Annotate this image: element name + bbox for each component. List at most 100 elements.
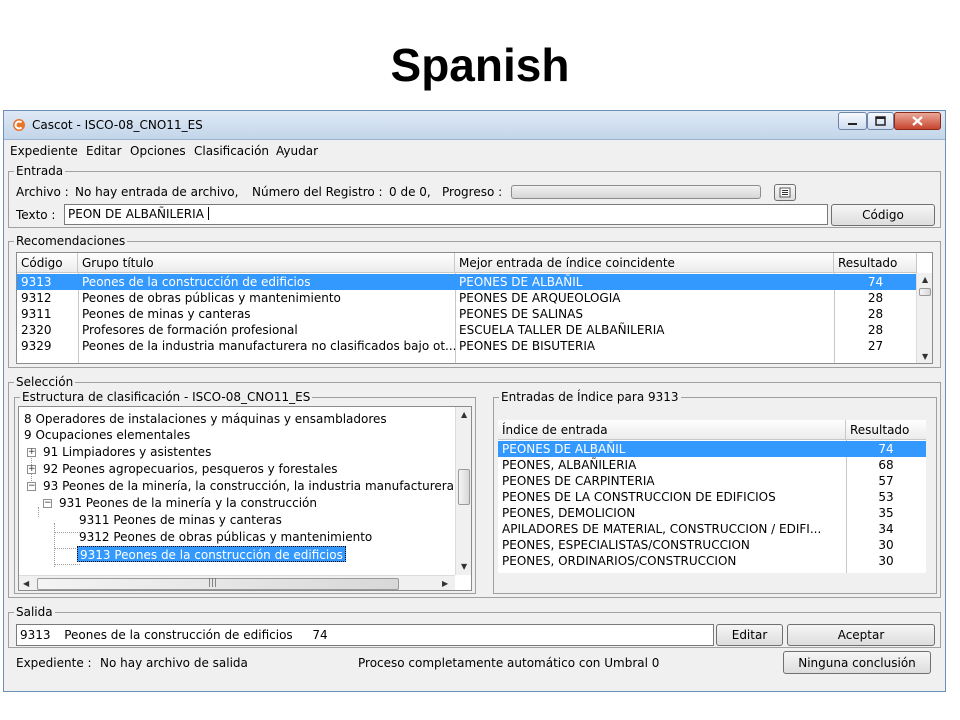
tree-hscrollbar[interactable]: ◀ ||| ▶ bbox=[19, 575, 455, 590]
row-grupo-titulo: Peones de obras públicas y mantenimiento bbox=[82, 291, 341, 305]
indice-row[interactable]: PEONES, ORDINARIOS/CONSTRUCCION 30 bbox=[498, 553, 926, 569]
tree-node-9[interactable]: 9 Ocupaciones elementales bbox=[24, 427, 190, 443]
indice-group: Entradas de Índice para 9313 Índice de e… bbox=[493, 390, 937, 594]
scroll-thumb[interactable] bbox=[919, 288, 931, 296]
expand-92-icon[interactable]: + bbox=[27, 465, 36, 474]
estructura-legend: Estructura de clasificación - ISCO-08_CN… bbox=[20, 390, 313, 404]
indice-row[interactable]: APILADORES DE MATERIAL, CONSTRUCCION / E… bbox=[498, 521, 926, 537]
scroll-down-icon[interactable]: ▼ bbox=[922, 353, 928, 361]
tree-node-93[interactable]: 93 Peones de la minería, la construcción… bbox=[43, 478, 465, 494]
indice-row[interactable]: PEONES DE CARPINTERIA 57 bbox=[498, 473, 926, 489]
seleccion-legend: Selección bbox=[14, 375, 76, 389]
expand-91-icon[interactable]: + bbox=[27, 448, 36, 457]
scroll-thumb[interactable] bbox=[458, 469, 470, 505]
minimize-icon bbox=[848, 123, 857, 125]
entrada-legend: Entrada bbox=[14, 164, 66, 178]
close-button[interactable] bbox=[894, 112, 941, 130]
col-resultado[interactable]: Resultado bbox=[834, 253, 917, 273]
scroll-down-icon[interactable]: ▼ bbox=[461, 563, 467, 571]
salida-title: Peones de la construcción de edificios bbox=[64, 628, 293, 642]
progreso-label: Progreso : bbox=[442, 185, 503, 199]
minimize-button[interactable] bbox=[838, 112, 867, 130]
salida-score: 74 bbox=[312, 628, 328, 642]
menu-bar: Expediente Editar Opciones Clasificación… bbox=[8, 142, 941, 160]
indice-row[interactable]: PEONES DE ALBAÑIL 74 bbox=[498, 441, 926, 457]
tree-node-8[interactable]: 8 Operadores de instalaciones y máquinas… bbox=[24, 411, 387, 427]
salida-code: 9313 bbox=[20, 628, 51, 642]
menu-editar[interactable]: Editar bbox=[86, 144, 122, 158]
menu-opciones[interactable]: Opciones bbox=[130, 144, 186, 158]
tree-node-9311[interactable]: 9311 Peones de minas y canteras bbox=[79, 512, 282, 528]
scroll-up-icon[interactable]: ▲ bbox=[461, 411, 467, 419]
row-resultado: 28 bbox=[867, 323, 884, 337]
salida-group: Salida 9313 Peones de la construcción de… bbox=[8, 605, 941, 648]
tree-node-91[interactable]: 91 Limpiadores y asistentes bbox=[43, 444, 211, 460]
archivo-value: No hay entrada de archivo, bbox=[75, 185, 239, 199]
row-codigo: 9329 bbox=[21, 339, 52, 353]
ninguna-conclusion-button[interactable]: Ninguna conclusión bbox=[783, 651, 931, 674]
row-resultado: 27 bbox=[867, 339, 884, 353]
recomendacion-row[interactable]: 9312 Peones de obras públicas y mantenimi… bbox=[17, 290, 916, 306]
scroll-thumb[interactable]: ||| bbox=[37, 578, 399, 590]
seleccion-group: Selección Estructura de clasificación - … bbox=[8, 375, 941, 598]
codigo-button[interactable]: Código bbox=[831, 204, 935, 226]
col-indice-entrada[interactable]: Índice de entrada bbox=[498, 420, 846, 440]
row-indice-resultado: 34 bbox=[878, 522, 894, 536]
texto-input[interactable]: PEON DE ALBAÑILERIA bbox=[64, 204, 828, 225]
col-mejor-entrada[interactable]: Mejor entrada de índice coincidente bbox=[455, 253, 834, 273]
indice-table: Índice de entrada Resultado PEONES DE AL… bbox=[498, 420, 926, 573]
row-indice-resultado: 30 bbox=[878, 538, 894, 552]
scroll-up-icon[interactable]: ▲ bbox=[922, 276, 928, 284]
recomendacion-row[interactable]: 2320 Profesores de formación profesional E… bbox=[17, 322, 916, 338]
row-codigo: 9312 bbox=[21, 291, 52, 305]
scroll-left-icon[interactable]: ◀ bbox=[23, 580, 29, 588]
entrada-group: Entrada Archivo : No hay entrada de arch… bbox=[8, 164, 941, 228]
texto-label: Texto : bbox=[16, 208, 56, 222]
menu-ayudar[interactable]: Ayudar bbox=[276, 144, 318, 158]
menu-clasificacion[interactable]: Clasificación bbox=[194, 144, 269, 158]
indice-row[interactable]: PEONES DE LA CONSTRUCCION DE EDIFICIOS 53 bbox=[498, 489, 926, 505]
archivo-label: Archivo : bbox=[16, 185, 69, 199]
tree-node-9313[interactable]: 9313 Peones de la construcción de edific… bbox=[77, 546, 346, 562]
col-codigo[interactable]: Código bbox=[17, 253, 78, 273]
maximize-button[interactable] bbox=[867, 112, 894, 130]
row-codigo: 2320 bbox=[21, 323, 52, 337]
row-resultado: 28 bbox=[867, 307, 884, 321]
indice-row[interactable]: PEONES, DEMOLICION 35 bbox=[498, 505, 926, 521]
registro-value: 0 de 0, bbox=[389, 185, 431, 199]
tree-node-931[interactable]: 931 Peones de la minería y la construcci… bbox=[59, 495, 317, 511]
maximize-icon bbox=[875, 116, 886, 126]
indice-row[interactable]: PEONES, ALBAÑILERIA 68 bbox=[498, 457, 926, 473]
row-indice-entrada: PEONES, ORDINARIOS/CONSTRUCCION bbox=[502, 554, 737, 568]
col-grupo-titulo[interactable]: Grupo título bbox=[78, 253, 455, 273]
tree-guide bbox=[55, 532, 80, 533]
row-resultado: 28 bbox=[867, 291, 884, 305]
scroll-right-icon[interactable]: ▶ bbox=[442, 580, 448, 588]
tree-vscrollbar[interactable]: ▲ ▼ bbox=[455, 407, 471, 575]
details-button[interactable] bbox=[774, 184, 796, 201]
tree-node-9312[interactable]: 9312 Peones de obras públicas y mantenim… bbox=[79, 529, 372, 545]
title-bar[interactable]: Cascot - ISCO-08_CNO11_ES bbox=[4, 111, 945, 140]
tree-node-92[interactable]: 92 Peones agropecuarios, pesqueros y for… bbox=[43, 461, 337, 477]
collapse-931-icon[interactable]: − bbox=[43, 499, 52, 508]
recomendaciones-scrollbar[interactable]: ▲ ▼ bbox=[916, 273, 932, 363]
indice-row[interactable]: PEONES, ESPECIALISTAS/CONSTRUCCION 30 bbox=[498, 537, 926, 553]
aceptar-button[interactable]: Aceptar bbox=[787, 624, 935, 646]
estructura-group: Estructura de clasificación - ISCO-08_CN… bbox=[14, 390, 476, 594]
col-indice-resultado[interactable]: Resultado bbox=[846, 420, 926, 440]
registro-label: Número del Registro : bbox=[252, 185, 383, 199]
editar-button[interactable]: Editar bbox=[716, 624, 783, 646]
cascot-window: Cascot - ISCO-08_CNO11_ES Expediente Edi… bbox=[3, 110, 946, 692]
menu-expediente[interactable]: Expediente bbox=[10, 144, 78, 158]
collapse-93-icon[interactable]: − bbox=[27, 482, 36, 491]
row-mejor-entrada: PEONES DE ALBAÑIL bbox=[459, 275, 583, 289]
recomendacion-row[interactable]: 9313 Peones de la construcción de edifici… bbox=[17, 274, 916, 290]
row-mejor-entrada: ESCUELA TALLER DE ALBAÑILERIA bbox=[459, 323, 665, 337]
salida-field: 9313 Peones de la construcción de edific… bbox=[16, 624, 714, 646]
text-cursor bbox=[207, 207, 209, 220]
row-codigo: 9311 bbox=[21, 307, 52, 321]
window-title: Cascot - ISCO-08_CNO11_ES bbox=[32, 118, 203, 132]
recomendacion-row[interactable]: 9311 Peones de minas y canteras PEONES DE … bbox=[17, 306, 916, 322]
recomendacion-row[interactable]: 9329 Peones de la industria manufacturera… bbox=[17, 338, 916, 354]
texto-value: PEON DE ALBAÑILERIA bbox=[68, 207, 204, 221]
